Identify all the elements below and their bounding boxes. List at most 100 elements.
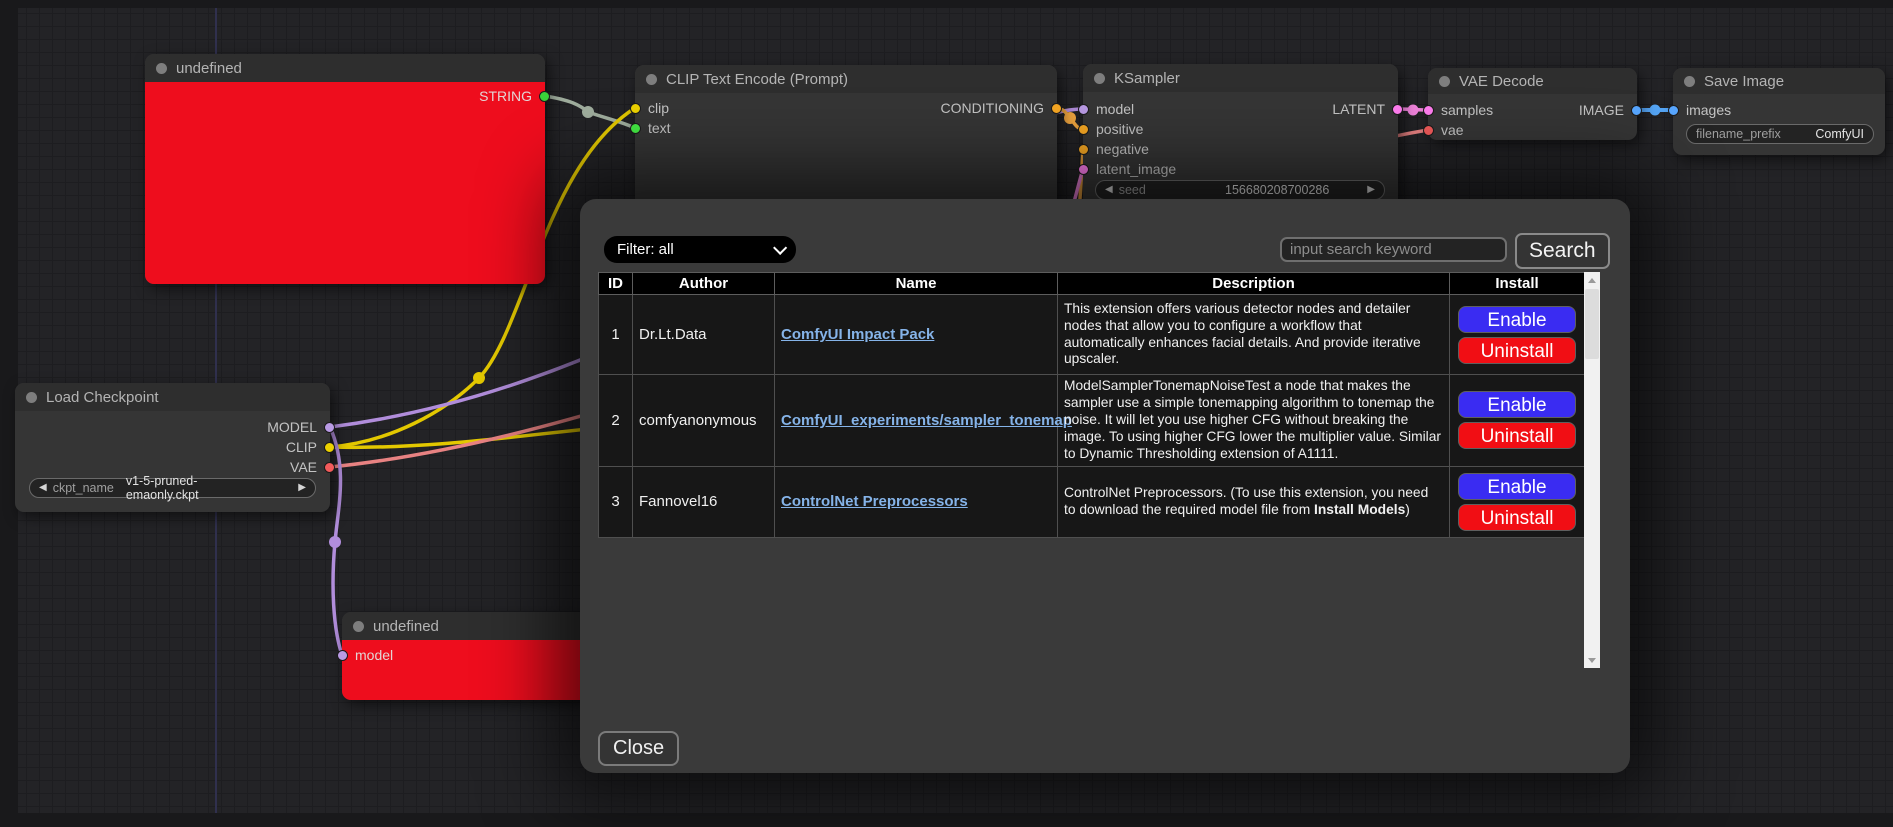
scroll-up-arrow-icon[interactable] bbox=[1584, 272, 1600, 288]
port-samples-input[interactable]: samples bbox=[1423, 100, 1493, 120]
extension-link[interactable]: ComfyUI Impact Pack bbox=[781, 326, 934, 343]
table-scrollbar[interactable] bbox=[1584, 272, 1600, 668]
collapse-dot-icon[interactable] bbox=[26, 392, 37, 403]
port-dot[interactable] bbox=[324, 422, 335, 433]
node-body: samples vae IMAGE bbox=[1428, 94, 1637, 138]
filter-select[interactable]: Filter: all bbox=[604, 236, 796, 263]
uninstall-button[interactable]: Uninstall bbox=[1458, 422, 1576, 449]
node-ksampler[interactable]: KSampler model positive negative latent_… bbox=[1083, 64, 1398, 214]
port-negative-input[interactable]: negative bbox=[1078, 139, 1149, 159]
collapse-dot-icon[interactable] bbox=[1439, 76, 1450, 87]
reroute-dot-image[interactable] bbox=[1650, 105, 1661, 116]
port-clip-output[interactable]: CLIP bbox=[286, 437, 335, 457]
node-undefined-top[interactable]: undefined STRING bbox=[145, 54, 545, 284]
node-load-checkpoint[interactable]: Load Checkpoint MODEL CLIP VAE ◀ ckpt_na… bbox=[15, 383, 330, 512]
port-images-input[interactable]: images bbox=[1668, 100, 1731, 120]
port-dot[interactable] bbox=[1392, 104, 1403, 115]
port-dot[interactable] bbox=[1078, 164, 1089, 175]
port-dot[interactable] bbox=[1078, 124, 1089, 135]
reroute-dot-clip[interactable] bbox=[473, 372, 485, 384]
port-dot[interactable] bbox=[1423, 125, 1434, 136]
node-title-bar[interactable]: KSampler bbox=[1083, 64, 1398, 92]
enable-button[interactable]: Enable bbox=[1458, 473, 1576, 500]
scroll-down-arrow-icon[interactable] bbox=[1584, 652, 1600, 668]
extension-link[interactable]: ComfyUI_experiments/sampler_tonemap bbox=[781, 412, 1072, 429]
node-title-bar[interactable]: VAE Decode bbox=[1428, 68, 1637, 94]
extension-link[interactable]: ControlNet Preprocessors bbox=[781, 493, 968, 510]
port-dot[interactable] bbox=[630, 103, 641, 114]
port-dot[interactable] bbox=[324, 462, 335, 473]
port-dot[interactable] bbox=[1668, 105, 1679, 116]
port-text-input[interactable]: text bbox=[630, 118, 671, 138]
port-vae-output[interactable]: VAE bbox=[290, 457, 335, 477]
port-model-input[interactable]: model bbox=[337, 645, 393, 665]
port-conditioning-output[interactable]: CONDITIONING bbox=[941, 98, 1062, 118]
port-dot[interactable] bbox=[630, 123, 641, 134]
uninstall-button[interactable]: Uninstall bbox=[1458, 504, 1576, 531]
cell-description: ModelSamplerTonemapNoiseTest a node that… bbox=[1058, 375, 1450, 467]
port-vae-input[interactable]: vae bbox=[1423, 120, 1464, 140]
port-dot[interactable] bbox=[337, 650, 348, 661]
seed-widget[interactable]: ◀ seed 156680208700286 ▶ bbox=[1095, 180, 1385, 200]
extension-table-container: ID Author Name Description Install 1 Dr.… bbox=[598, 272, 1600, 668]
node-title-bar[interactable]: undefined bbox=[342, 612, 590, 640]
port-dot[interactable] bbox=[1051, 103, 1062, 114]
close-button[interactable]: Close bbox=[598, 731, 679, 766]
increment-arrow-icon[interactable]: ▶ bbox=[298, 483, 306, 493]
decrement-arrow-icon[interactable]: ◀ bbox=[1105, 185, 1113, 195]
widget-value: 156680208700286 bbox=[1225, 183, 1329, 197]
reroute-dot-model[interactable] bbox=[329, 536, 341, 548]
port-dot[interactable] bbox=[1078, 104, 1089, 115]
port-dot[interactable] bbox=[324, 442, 335, 453]
enable-button[interactable]: Enable bbox=[1458, 306, 1576, 333]
collapse-dot-icon[interactable] bbox=[156, 63, 167, 74]
port-label: CLIP bbox=[286, 439, 317, 455]
scrollbar-thumb[interactable] bbox=[1585, 289, 1599, 359]
ckpt-name-widget[interactable]: ◀ ckpt_name v1-5-pruned-emaonly.ckpt ▶ bbox=[29, 478, 316, 498]
comfyui-canvas[interactable]: undefined STRING CLIP Text Encode (Promp… bbox=[0, 0, 1893, 827]
node-title-bar[interactable]: undefined bbox=[145, 54, 545, 82]
reroute-dot-latent[interactable] bbox=[1408, 105, 1419, 116]
cell-description: This extension offers various detector n… bbox=[1058, 295, 1450, 375]
port-model-output[interactable]: MODEL bbox=[267, 417, 335, 437]
enable-button[interactable]: Enable bbox=[1458, 391, 1576, 418]
collapse-dot-icon[interactable] bbox=[353, 621, 364, 632]
increment-arrow-icon[interactable]: ▶ bbox=[1367, 185, 1375, 195]
description-text: This extension offers various detector n… bbox=[1064, 301, 1421, 367]
node-title-bar[interactable]: Load Checkpoint bbox=[15, 383, 330, 411]
node-body: images filename_prefix ComfyUI bbox=[1673, 94, 1885, 153]
search-input[interactable] bbox=[1280, 237, 1507, 262]
port-latent-output[interactable]: LATENT bbox=[1332, 99, 1403, 119]
port-dot[interactable] bbox=[1078, 144, 1089, 155]
cell-description: ControlNet Preprocessors. (To use this e… bbox=[1058, 466, 1450, 537]
search-button[interactable]: Search bbox=[1515, 233, 1610, 269]
uninstall-button[interactable]: Uninstall bbox=[1458, 337, 1576, 364]
node-title-bar[interactable]: Save Image bbox=[1673, 68, 1885, 94]
node-save-image[interactable]: Save Image images filename_prefix ComfyU… bbox=[1673, 68, 1885, 155]
port-model-input[interactable]: model bbox=[1078, 99, 1134, 119]
col-header-install: Install bbox=[1450, 273, 1585, 295]
node-vae-decode[interactable]: VAE Decode samples vae IMAGE bbox=[1428, 68, 1637, 140]
port-dot[interactable] bbox=[1423, 105, 1434, 116]
port-latent-image-input[interactable]: latent_image bbox=[1078, 159, 1176, 179]
collapse-dot-icon[interactable] bbox=[646, 74, 657, 85]
reroute-dot-conditioning[interactable] bbox=[1064, 112, 1076, 124]
port-label: images bbox=[1686, 102, 1731, 118]
decrement-arrow-icon[interactable]: ◀ bbox=[39, 483, 47, 493]
collapse-dot-icon[interactable] bbox=[1684, 76, 1695, 87]
reroute-dot-string[interactable] bbox=[582, 106, 594, 118]
node-undefined-bottom[interactable]: undefined model bbox=[342, 612, 590, 700]
port-clip-input[interactable]: clip bbox=[630, 98, 669, 118]
port-string-output[interactable]: STRING bbox=[479, 86, 550, 106]
filename-prefix-widget[interactable]: filename_prefix ComfyUI bbox=[1686, 124, 1874, 144]
port-dot[interactable] bbox=[539, 91, 550, 102]
port-label: STRING bbox=[479, 88, 532, 104]
port-label: CONDITIONING bbox=[941, 100, 1044, 116]
node-body: model positive negative latent_image LAT… bbox=[1083, 92, 1398, 214]
port-dot[interactable] bbox=[1631, 105, 1642, 116]
cell-name: ComfyUI_experiments/sampler_tonemap bbox=[775, 375, 1058, 467]
collapse-dot-icon[interactable] bbox=[1094, 73, 1105, 84]
node-title-bar[interactable]: CLIP Text Encode (Prompt) bbox=[635, 65, 1057, 93]
port-positive-input[interactable]: positive bbox=[1078, 119, 1143, 139]
port-image-output[interactable]: IMAGE bbox=[1579, 100, 1642, 120]
